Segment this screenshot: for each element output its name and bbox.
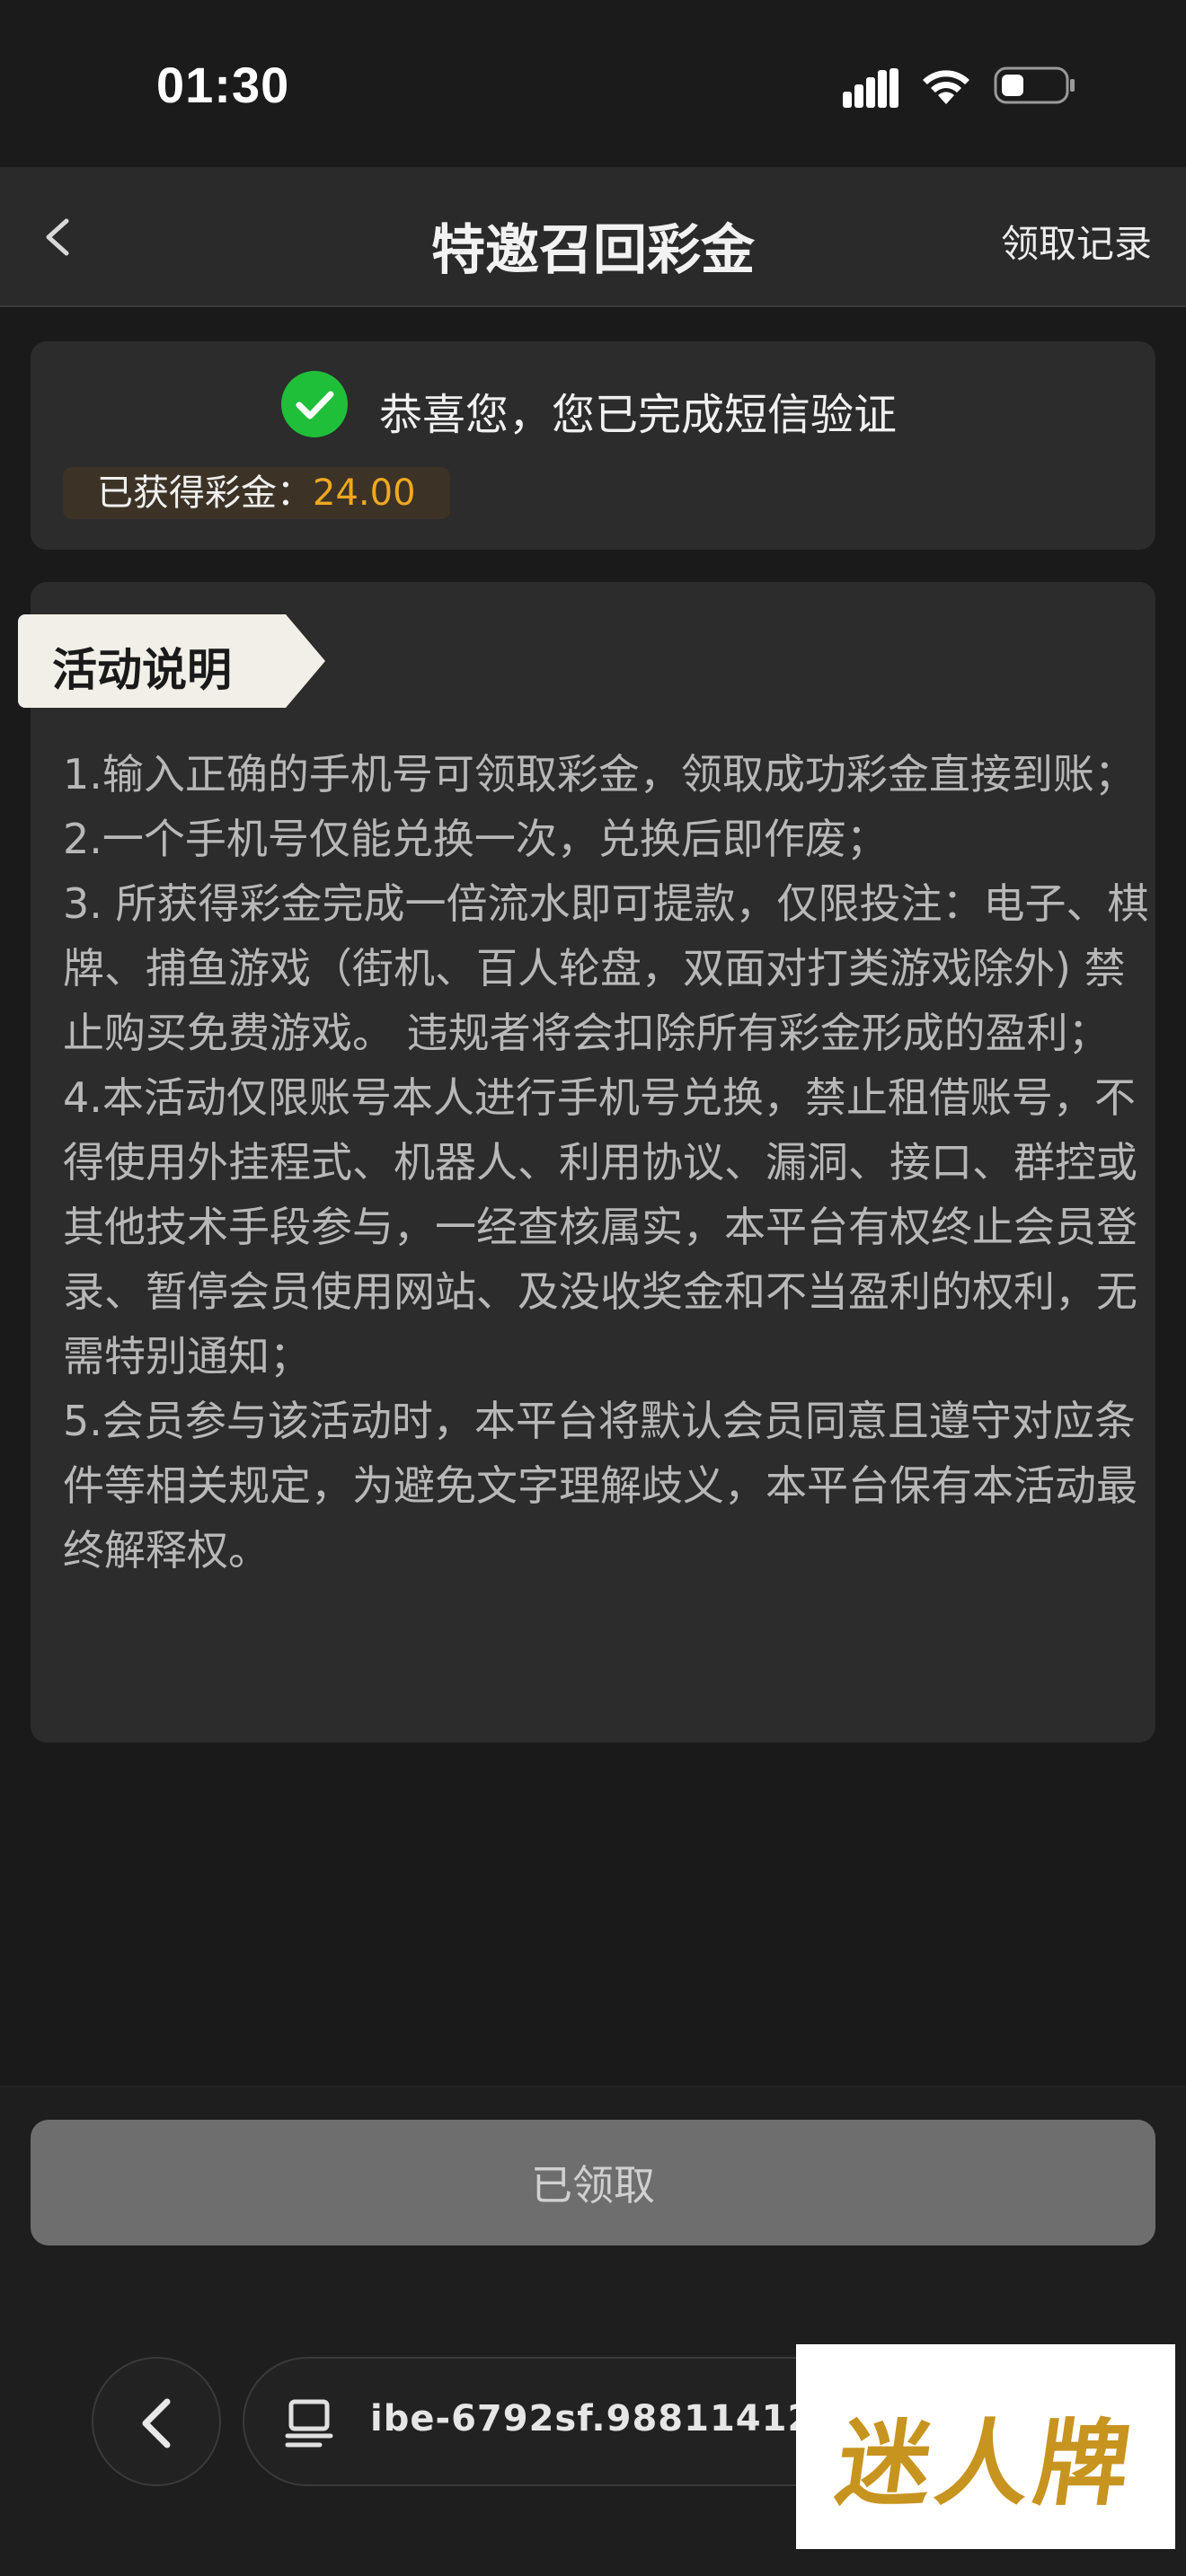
rule-item: 3. 所获得彩金完成一倍流水即可提款，仅限投注：电子、棋牌、捕鱼游戏（街机、百人… xyxy=(63,879,1149,1057)
rule-item: 2.一个手机号仅能兑换一次，兑换后即作废； xyxy=(63,815,888,863)
activity-info-card: 活动说明 1.输入正确的手机号可领取彩金，领取成功彩金直接到账； 2.一个手机号… xyxy=(18,582,1155,1742)
signal-icon xyxy=(843,68,898,108)
rules-list: 1.输入正确的手机号可领取彩金，领取成功彩金直接到账； 2.一个手机号仅能兑换一… xyxy=(63,742,1150,1583)
status-time: 01:30 xyxy=(156,57,290,113)
bonus-label: 已获得彩金： xyxy=(97,472,313,514)
section-title: 活动说明 xyxy=(52,644,232,696)
rule-item: 1.输入正确的手机号可领取彩金，领取成功彩金直接到账； xyxy=(63,750,1136,798)
bonus-value: 24.00 xyxy=(313,472,416,514)
bonus-badge: 已获得彩金：24.00 xyxy=(63,467,450,519)
nav-bar: 特邀召回彩金 领取记录 xyxy=(0,167,1186,307)
wifi-icon xyxy=(923,70,969,104)
verification-message: 恭喜您，您已完成短信验证 xyxy=(379,390,898,440)
verification-card: 恭喜您，您已完成短信验证 已获得彩金：24.00 xyxy=(31,341,1155,550)
section-tag: 活动说明 xyxy=(18,614,325,708)
rule-item: 4.本活动仅限账号本人进行手机号兑换，禁止租借账号，不得使用外挂程式、机器人、利… xyxy=(63,1073,1137,1381)
records-link[interactable]: 领取记录 xyxy=(1001,214,1152,269)
rule-item: 5.会员参与该活动时，本平台将默认会员同意且遵守对应条件等相关规定，为避免文字理… xyxy=(63,1397,1137,1575)
chevron-left-icon xyxy=(142,2398,171,2448)
status-bar: 01:30 xyxy=(0,0,1186,167)
check-circle-icon xyxy=(281,371,348,437)
watermark-text: 迷人牌 xyxy=(830,2408,1143,2519)
page-icon xyxy=(285,2399,333,2448)
battery-icon xyxy=(994,66,1075,104)
watermark-logo: 迷人牌 xyxy=(796,2344,1175,2549)
claimed-button[interactable]: 已领取 xyxy=(31,2120,1155,2245)
browser-back-button[interactable] xyxy=(92,2357,221,2486)
